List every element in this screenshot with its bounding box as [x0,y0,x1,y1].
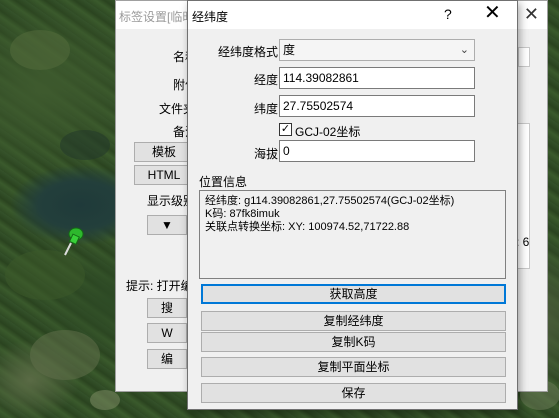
position-info-title: 位置信息 [199,175,248,189]
latlon-dialog: 经纬度 ? ✕ 经纬度格式 度 ⌄ 经度 114.39082861 纬度 27.… [187,0,518,410]
template-button[interactable]: 模板 [134,142,194,162]
longitude-input[interactable]: 114.39082861 [279,67,475,89]
label-settings-title: 标签设置[临时 [119,10,195,24]
help-icon[interactable]: ? [444,6,452,22]
w-button[interactable]: W [147,323,187,343]
edit-button[interactable]: 编 [147,349,187,369]
gcj-checkbox[interactable]: ✓ [279,123,292,136]
copy-plane-button[interactable]: 复制平面坐标 [201,357,506,377]
close-icon[interactable]: ✕ [524,4,539,25]
format-label: 经纬度格式 [218,45,279,59]
info-line-plane: 关联点转换坐标: XY: 100974.52,71722.88 [205,221,410,233]
gcj-checkbox-label[interactable]: GCJ-02坐标 [295,123,360,140]
latitude-input[interactable]: 27.75502574 [279,95,475,117]
level-dropdown[interactable]: ▼ [147,215,187,235]
search-button[interactable]: 搜 [147,298,187,318]
html-button[interactable]: HTML [134,165,194,185]
dialog-titlebar: 经纬度 ? ✕ [188,1,517,29]
right-number: : 6 [516,235,530,249]
altitude-input[interactable]: 0 [279,140,475,162]
copy-latlon-button[interactable]: 复制经纬度 [201,311,506,331]
close-icon[interactable]: ✕ [484,2,501,24]
format-value: 度 [283,43,296,57]
chevron-down-icon: ▼ [161,218,173,232]
info-line-latlon: 经纬度: g114.39082861,27.75502574(GCJ-02坐标) [205,195,455,207]
pushpin-icon[interactable] [60,225,86,257]
format-select[interactable]: 度 ⌄ [279,39,475,61]
longitude-label: 经度 [254,73,279,87]
chevron-down-icon: ⌄ [459,44,469,56]
right-field[interactable] [518,47,530,67]
get-altitude-button[interactable]: 获取高度 [201,284,506,304]
position-info-box[interactable]: 经纬度: g114.39082861,27.75502574(GCJ-02坐标)… [199,190,506,279]
dialog-title: 经纬度 [192,10,229,24]
checkmark-icon: ✓ [280,123,291,135]
hint-text: 提示: 打开编 [126,279,193,293]
save-button[interactable]: 保存 [201,383,506,403]
latitude-label: 纬度 [254,102,279,116]
copy-kcode-button[interactable]: 复制K码 [201,332,506,352]
altitude-label: 海拔 [254,147,279,161]
info-line-kcode: K码: 87fk8imuk [205,208,280,220]
